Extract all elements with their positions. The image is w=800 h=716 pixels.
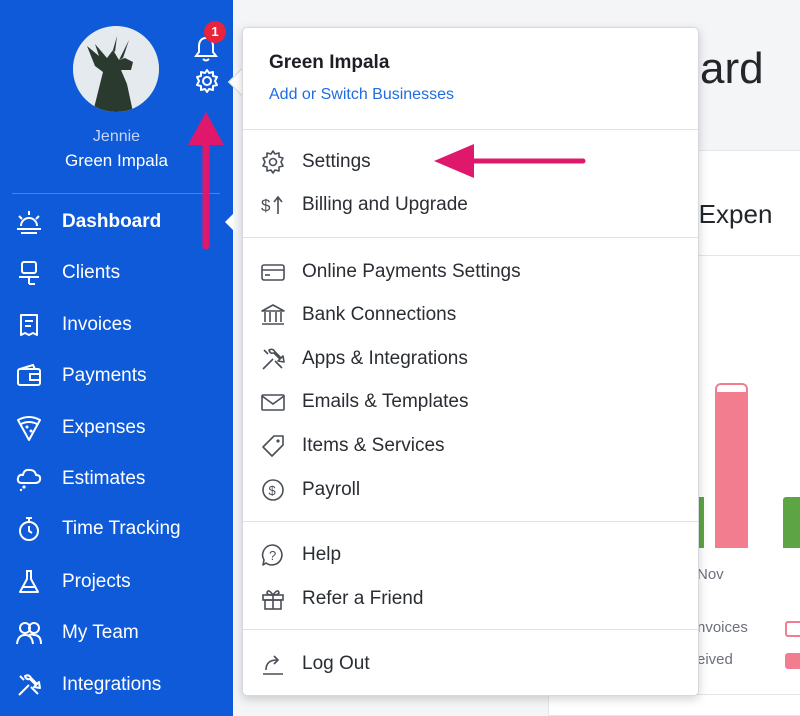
menu-divider xyxy=(243,129,698,130)
menu-label: Emails & Templates xyxy=(302,391,469,412)
bank-icon xyxy=(261,304,285,325)
menu-item-payroll[interactable]: $ Payroll xyxy=(243,472,698,508)
client-icon xyxy=(19,261,39,285)
nav-label: Payments xyxy=(62,365,147,386)
menu-item-items-services[interactable]: Items & Services xyxy=(243,428,698,464)
impala-logo-icon xyxy=(73,26,159,112)
chart-bar-green xyxy=(783,497,800,548)
nav-label: Invoices xyxy=(62,314,132,335)
sidebar: Jennie Green Impala 1 Dashboard Clients xyxy=(0,0,233,716)
svg-text:?: ? xyxy=(269,548,276,563)
nav-item-projects[interactable]: Projects xyxy=(0,562,233,602)
legend-swatch xyxy=(785,653,800,669)
nav-label: Time Tracking xyxy=(62,518,181,539)
nav-label: Projects xyxy=(62,571,131,592)
menu-item-billing[interactable]: $ Billing and Upgrade xyxy=(243,187,698,223)
nav-item-clients[interactable]: Clients xyxy=(0,253,233,293)
sunrise-icon xyxy=(17,211,41,234)
expense-icon xyxy=(17,416,41,441)
sidebar-divider xyxy=(12,193,220,194)
menu-label: Refer a Friend xyxy=(302,588,424,609)
settings-dropdown-menu: Green Impala Add or Switch Businesses Se… xyxy=(242,27,699,696)
nav-item-time-tracking[interactable]: Time Tracking xyxy=(0,509,233,549)
nav-item-estimates[interactable]: Estimates xyxy=(0,459,233,499)
svg-text:$: $ xyxy=(261,196,271,215)
nav-item-my-team[interactable]: My Team xyxy=(0,613,233,653)
nav-item-invoices[interactable]: Invoices xyxy=(0,305,233,345)
invoice-icon xyxy=(20,314,38,336)
menu-item-online-payments[interactable]: Online Payments Settings xyxy=(243,254,698,290)
menu-divider xyxy=(243,629,698,630)
tools-icon xyxy=(262,348,285,370)
stopwatch-icon xyxy=(19,517,39,541)
menu-business-name: Green Impala xyxy=(269,52,390,73)
menu-label: Apps & Integrations xyxy=(302,348,468,369)
settings-gear-icon[interactable] xyxy=(194,68,220,94)
menu-item-bank-connections[interactable]: Bank Connections xyxy=(243,297,698,333)
active-indicator xyxy=(225,213,234,231)
menu-divider xyxy=(243,237,698,238)
legend-label: nvoices xyxy=(697,619,748,636)
gear-icon xyxy=(262,150,284,174)
menu-item-emails-templates[interactable]: Emails & Templates xyxy=(243,384,698,420)
credit-card-icon xyxy=(261,264,285,281)
nav-label: Expenses xyxy=(62,417,146,438)
estimate-icon xyxy=(16,468,42,492)
gift-icon xyxy=(262,590,284,610)
svg-text:$: $ xyxy=(269,483,277,498)
menu-item-help[interactable]: ? Help xyxy=(243,537,698,573)
menu-label: Log Out xyxy=(302,653,370,674)
chart-bar-received xyxy=(715,392,748,548)
help-icon: ? xyxy=(261,544,283,566)
nav-label: Clients xyxy=(62,262,121,283)
legend-swatch xyxy=(785,621,800,637)
page-title-fragment: ard xyxy=(700,44,764,93)
nav-label: My Team xyxy=(62,622,139,643)
wallet-icon xyxy=(17,363,41,386)
switch-business-link[interactable]: Add or Switch Businesses xyxy=(269,86,454,104)
nav-item-integrations[interactable]: Integrations xyxy=(0,665,233,705)
menu-label: Items & Services xyxy=(302,435,445,456)
flask-icon xyxy=(19,570,39,593)
dollar-arrow-icon: $ xyxy=(261,195,283,215)
menu-item-apps-integrations[interactable]: Apps & Integrations xyxy=(243,341,698,377)
nav-label: Integrations xyxy=(62,674,162,695)
team-icon xyxy=(16,622,42,645)
menu-label: Billing and Upgrade xyxy=(302,194,468,215)
menu-label: Online Payments Settings xyxy=(302,261,521,282)
avatar[interactable] xyxy=(73,26,159,112)
nav-label: Dashboard xyxy=(62,211,162,232)
nav-item-payments[interactable]: Payments xyxy=(0,356,233,396)
nav-label: Estimates xyxy=(62,468,146,489)
menu-label: Bank Connections xyxy=(302,304,457,325)
tag-icon xyxy=(262,435,284,457)
menu-item-log-out[interactable]: Log Out xyxy=(243,646,698,682)
nav-item-dashboard[interactable]: Dashboard xyxy=(0,202,233,242)
dollar-circle-icon: $ xyxy=(262,479,284,501)
chart-axis-label: Nov xyxy=(697,566,724,583)
menu-divider xyxy=(243,521,698,522)
nav-item-expenses[interactable]: Expenses xyxy=(0,408,233,448)
menu-item-refer-friend[interactable]: Refer a Friend xyxy=(243,581,698,617)
menu-label: Settings xyxy=(302,151,371,172)
menu-label: Help xyxy=(302,544,342,565)
user-name: Jennie xyxy=(92,128,141,145)
menu-label: Payroll xyxy=(302,479,361,500)
menu-item-settings[interactable]: Settings xyxy=(243,144,698,180)
notification-badge: 1 xyxy=(204,21,226,43)
tools-icon xyxy=(18,674,41,696)
legend-label: eived xyxy=(697,651,733,668)
business-name[interactable]: Green Impala xyxy=(0,151,233,171)
logout-icon xyxy=(263,655,283,675)
envelope-icon xyxy=(261,394,285,411)
